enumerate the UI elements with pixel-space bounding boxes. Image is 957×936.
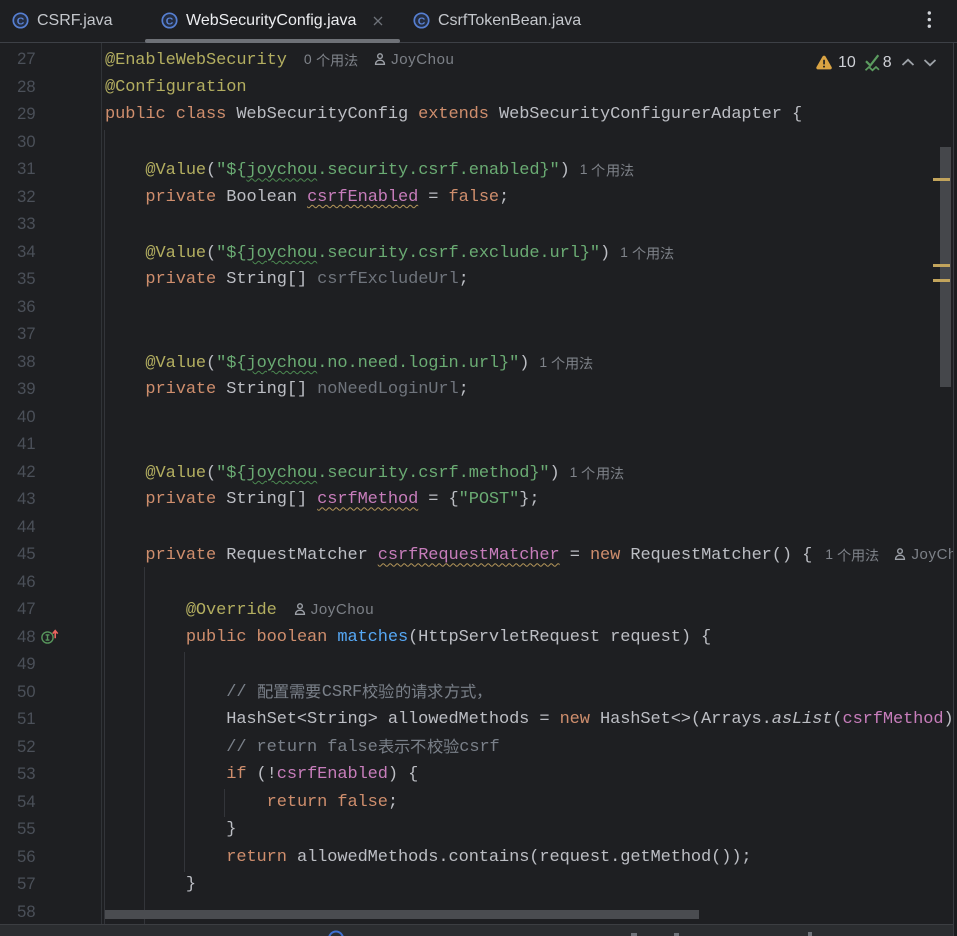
svg-text:C: C — [166, 16, 174, 28]
svg-text:C: C — [418, 16, 426, 28]
svg-text:C: C — [17, 16, 25, 28]
